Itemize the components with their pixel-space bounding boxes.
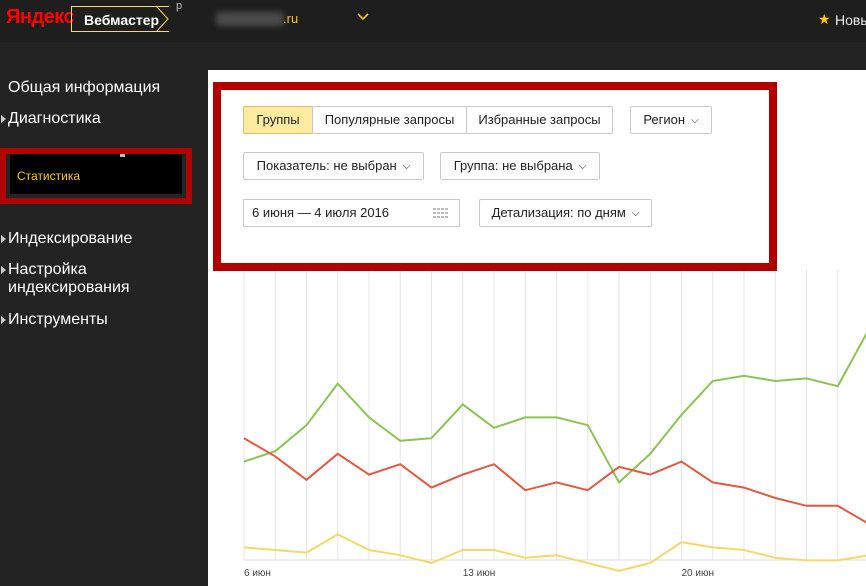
region-select[interactable]: Регион ⌵ — [630, 106, 712, 134]
product-label: Вебмастер — [84, 12, 160, 28]
top-bar: Яндекс Вебмастер р .ru ★ Новы — [0, 0, 866, 42]
site-name-blurred — [216, 12, 284, 26]
detail-select[interactable]: Детализация: по дням ⌵ — [479, 199, 652, 227]
expand-arrow-icon — [1, 235, 6, 243]
chevron-down-icon: ⌵ — [402, 160, 411, 172]
x-tick-label: 13 июн — [463, 568, 496, 579]
date-range-value: 6 июня — 4 июля 2016 — [252, 205, 390, 220]
chevron-down-icon[interactable] — [356, 10, 370, 24]
sidebar-item-label: Индексирование — [8, 230, 133, 247]
highlight-frame — [0, 148, 192, 204]
group-select[interactable]: Группа: не выбрана ⌵ — [440, 152, 600, 180]
tab-groups[interactable]: Группы — [243, 106, 313, 134]
sidebar-item-label: Общая информация — [8, 79, 161, 96]
tab-label: Группы — [256, 112, 300, 127]
sidebar-item-overview[interactable]: Общая информация — [8, 79, 160, 97]
expand-arrow-icon — [1, 316, 6, 324]
sidebar-item-label: Настройка индексирования — [8, 261, 130, 296]
x-tick-label: 6 июн — [244, 568, 271, 579]
group-label: Группа: не выбрана — [453, 158, 573, 173]
site-domain[interactable]: .ru — [283, 11, 298, 26]
yandex-logo[interactable]: Яндекс — [6, 6, 75, 29]
chevron-down-icon: ⌵ — [691, 114, 699, 126]
tab-popular-queries[interactable]: Популярные запросы — [312, 106, 467, 134]
expand-arrow-icon — [1, 115, 6, 123]
new-features-link[interactable]: Новы — [835, 12, 866, 28]
sidebar-item-diagnostics[interactable]: Диагностика — [1, 110, 101, 128]
sidebar-item-indexing[interactable]: Индексирование — [1, 230, 133, 248]
detail-label: Детализация: по дням — [491, 205, 626, 220]
region-label: Регион — [643, 112, 686, 127]
product-badge[interactable]: Вебмастер — [71, 6, 170, 32]
logo-text: Яндекс — [6, 6, 75, 28]
date-range-input[interactable]: 6 июня — 4 июля 2016 — [243, 199, 460, 227]
sidebar-item-index-settings[interactable]: Настройка индексирования — [1, 261, 158, 297]
sidebar-item-label: Инструменты — [8, 311, 108, 328]
chevron-down-icon: ⌵ — [631, 207, 640, 219]
tab-favorite-queries[interactable]: Избранные запросы — [466, 106, 613, 134]
sidebar: Общая информация Диагностика Статистика … — [0, 42, 208, 586]
calendar-icon[interactable] — [433, 208, 449, 218]
sidebar-item-tools[interactable]: Инструменты — [1, 311, 108, 329]
star-icon: ★ — [818, 11, 831, 27]
chevron-down-icon: ⌵ — [578, 160, 587, 172]
metric-select[interactable]: Показатель: не выбран ⌵ — [243, 152, 424, 180]
x-tick-label: 20 июн — [682, 568, 715, 579]
queries-chart: 6 июн 13 июн 20 июн — [243, 270, 866, 579]
expand-arrow-icon — [1, 266, 6, 274]
tab-label: Популярные запросы — [324, 112, 455, 127]
product-sup: р — [176, 0, 183, 12]
tab-label: Избранные запросы — [478, 112, 601, 127]
badge-arrow-icon — [156, 6, 169, 32]
sidebar-item-label: Диагностика — [8, 110, 101, 127]
metric-label: Показатель: не выбран — [256, 158, 397, 173]
